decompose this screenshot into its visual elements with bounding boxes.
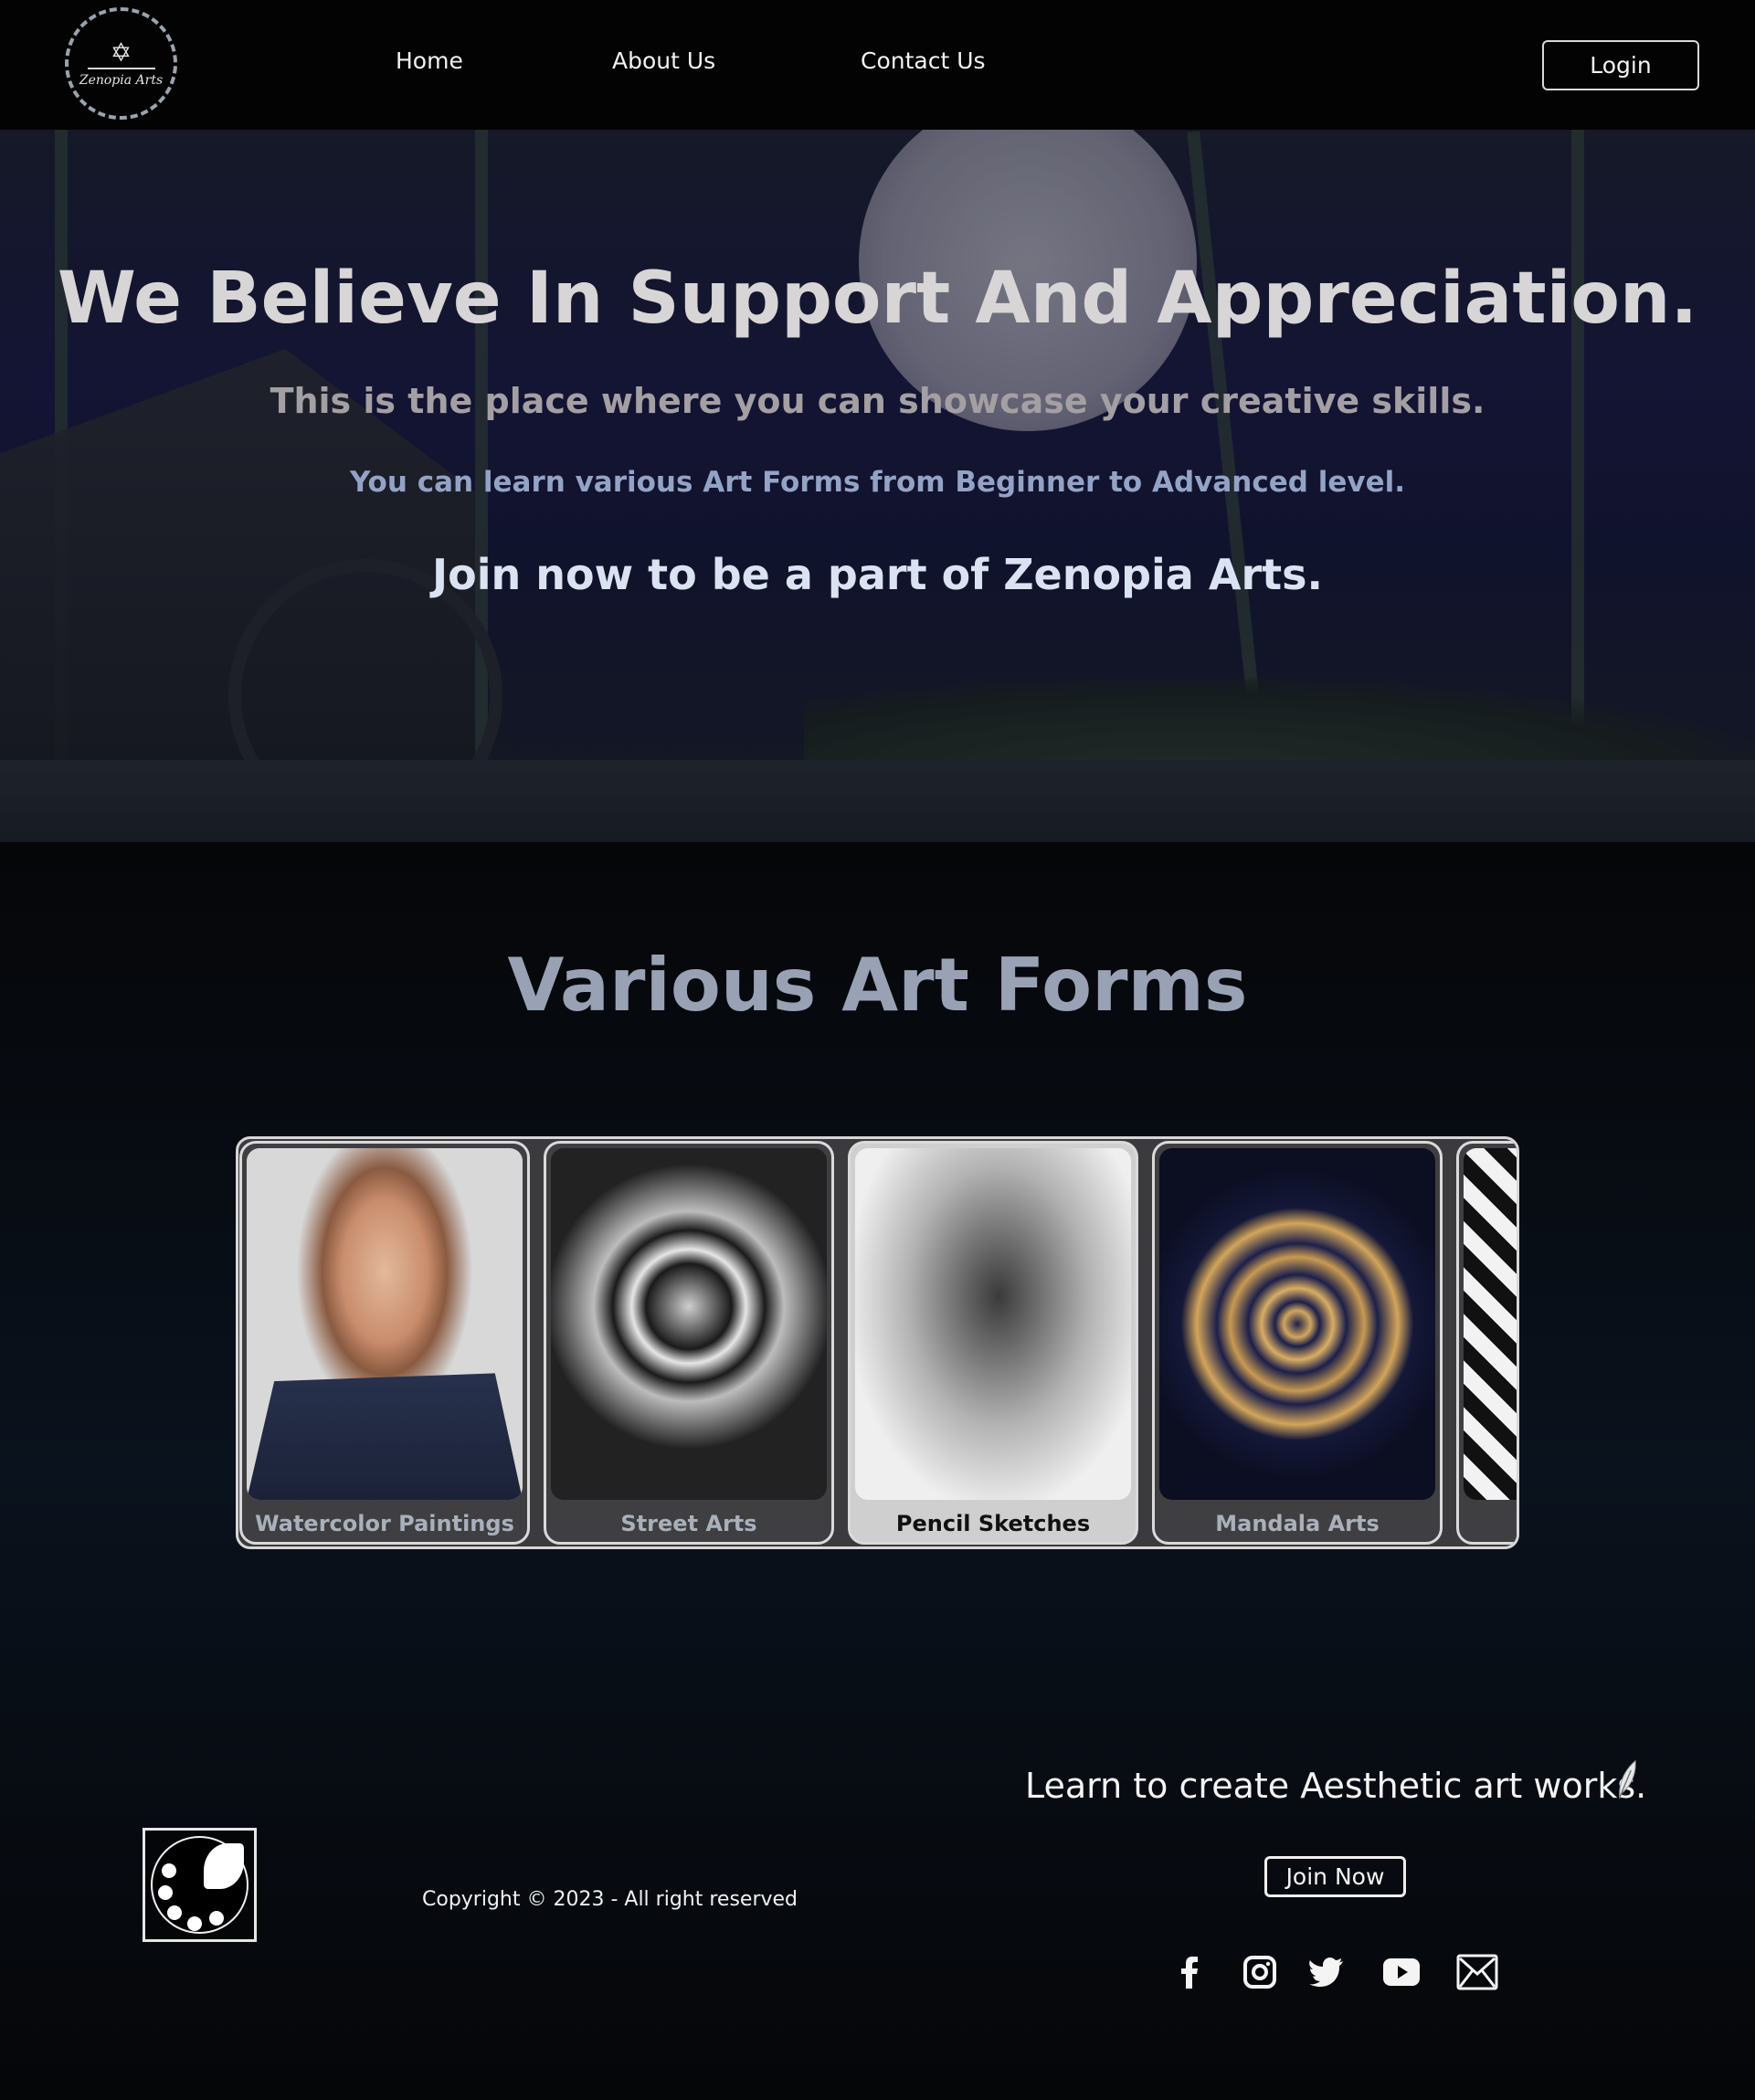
nav-link-home[interactable]: Home bbox=[396, 47, 463, 74]
watercolor-painting-image bbox=[247, 1148, 523, 1500]
twitter-icon[interactable] bbox=[1307, 1952, 1346, 1992]
palette-dot bbox=[158, 1885, 173, 1900]
mail-icon[interactable] bbox=[1455, 1952, 1499, 1992]
logo-rule bbox=[87, 67, 155, 69]
art-forms-carousel[interactable]: Watercolor Paintings Street Arts Pencil … bbox=[236, 1136, 1519, 1549]
card-label: Watercolor Paintings bbox=[255, 1511, 514, 1536]
card-label: Street Arts bbox=[620, 1511, 757, 1536]
site-logo[interactable]: ✡ Zenopia Arts bbox=[65, 7, 177, 120]
card-mandala-arts[interactable]: Mandala Arts bbox=[1152, 1141, 1443, 1545]
logo-text: Zenopia Arts bbox=[79, 72, 164, 88]
star-of-david-icon: ✡ bbox=[110, 37, 132, 68]
card-label: Mandala Arts bbox=[1215, 1511, 1380, 1536]
hero-title: We Believe In Support And Appreciation. bbox=[57, 258, 1698, 340]
nav-link-contact-us[interactable]: Contact Us bbox=[861, 47, 986, 74]
footer-tagline: Learn to create Aesthetic art works. bbox=[1025, 1766, 1647, 1806]
join-now-button[interactable]: Join Now bbox=[1264, 1856, 1406, 1897]
card-watercolor-paintings[interactable]: Watercolor Paintings bbox=[239, 1141, 530, 1545]
palette-dot bbox=[187, 1916, 202, 1931]
mandala-art-image bbox=[1159, 1148, 1435, 1500]
footer-logo[interactable] bbox=[143, 1828, 257, 1942]
card-label: Pencil Sketches bbox=[895, 1511, 1091, 1536]
hero-line-learn: You can learn various Art Forms from Beg… bbox=[349, 466, 1406, 499]
hero-subtitle: This is the place where you can showcase… bbox=[270, 381, 1485, 421]
youtube-icon[interactable] bbox=[1381, 1952, 1422, 1992]
brush-shape bbox=[204, 1843, 244, 1889]
op-art-image bbox=[1464, 1148, 1517, 1500]
copyright-text: Copyright © 2023 - All right reserved bbox=[422, 1888, 798, 1911]
pencil-sketch-image bbox=[855, 1148, 1131, 1500]
section-heading: Various Art Forms bbox=[507, 943, 1248, 1028]
hero-line-join: Join now to be a part of Zenopia Arts. bbox=[432, 550, 1323, 599]
card-pencil-sketches[interactable]: Pencil Sketches bbox=[848, 1141, 1138, 1545]
art-forms-section: Various Art Forms Watercolor Paintings S… bbox=[0, 842, 1755, 2100]
facebook-icon[interactable] bbox=[1179, 1952, 1200, 1992]
palette-dot bbox=[167, 1905, 182, 1920]
palette-dot bbox=[209, 1911, 224, 1926]
palette-icon bbox=[151, 1836, 248, 1934]
login-button[interactable]: Login bbox=[1542, 40, 1699, 90]
palette-dot bbox=[162, 1863, 176, 1878]
top-navbar: ✡ Zenopia Arts Home About Us Contact Us … bbox=[0, 0, 1755, 130]
coat-shape bbox=[247, 1373, 523, 1500]
card-partial[interactable] bbox=[1456, 1141, 1517, 1545]
hero-banner: We Believe In Support And Appreciation. … bbox=[0, 130, 1755, 842]
instagram-icon[interactable] bbox=[1242, 1952, 1278, 1992]
nav-link-about-us[interactable]: About Us bbox=[612, 47, 715, 74]
card-street-arts[interactable]: Street Arts bbox=[544, 1141, 834, 1545]
street-art-image bbox=[551, 1148, 827, 1500]
